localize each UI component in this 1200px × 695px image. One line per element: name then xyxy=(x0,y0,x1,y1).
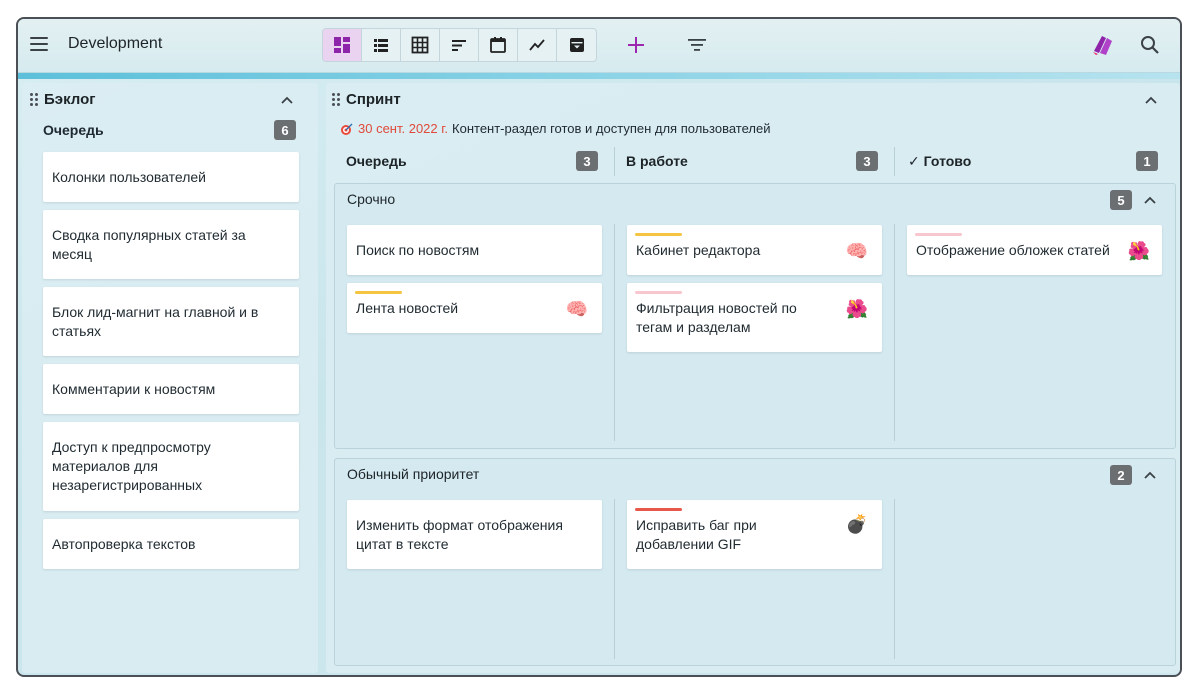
board-view-icon[interactable] xyxy=(323,29,362,61)
column-header-done: ✓ Готово xyxy=(908,153,972,169)
list-view-icon[interactable] xyxy=(362,29,401,61)
archive-view-icon[interactable] xyxy=(557,29,596,61)
column-done-count: 1 xyxy=(1136,151,1158,171)
brain-icon: 🧠 xyxy=(845,241,868,261)
sprint-milestone: 30 сент. 2022 г. Контент-раздел готов и … xyxy=(340,121,771,136)
swimlane-title: Обычный приоритет xyxy=(347,466,480,482)
swimlane-normal: Обычный приоритет 2 Изменить формат отоб… xyxy=(334,458,1176,666)
chevron-up-icon[interactable] xyxy=(1143,195,1157,205)
chart-view-icon[interactable] xyxy=(518,29,557,61)
column-header-in-progress: В работе xyxy=(626,153,688,169)
priority-bar xyxy=(635,291,682,294)
app-window: Development Бэклог Очередь 6 Колонки пол… xyxy=(16,17,1182,677)
column-divider xyxy=(894,499,895,659)
sprint-title: Спринт xyxy=(346,91,401,108)
backlog-panel: Бэклог Очередь 6 Колонки пользователей С… xyxy=(22,83,318,673)
priority-bar xyxy=(355,291,402,294)
backlog-title: Бэклог xyxy=(44,91,96,108)
swimlane-urgent: Срочно 5 Поиск по новостям Лента новосте… xyxy=(334,183,1176,449)
task-card[interactable]: Изменить формат отображения цитат в текс… xyxy=(347,500,602,569)
chevron-up-icon[interactable] xyxy=(280,95,294,105)
milestone-date: 30 сент. 2022 г. xyxy=(358,121,449,136)
task-card[interactable]: Лента новостей 🧠 xyxy=(347,283,602,333)
milestone-text: Контент-раздел готов и доступен для поль… xyxy=(452,121,771,136)
app-title: Development xyxy=(68,35,163,52)
column-queue-count: 3 xyxy=(576,151,598,171)
backlog-card[interactable]: Доступ к предпросмотру материалов для не… xyxy=(43,422,299,511)
plus-icon[interactable] xyxy=(624,33,648,57)
task-card[interactable]: Исправить баг при добавлении GIF 💣 xyxy=(627,500,882,569)
task-card[interactable]: Кабинет редактора 🧠 xyxy=(627,225,882,275)
toolbar-accent-line xyxy=(18,73,1180,79)
backlog-card[interactable]: Блок лид-магнит на главной и в статьях xyxy=(43,287,299,356)
view-switcher xyxy=(322,28,597,62)
backlog-queue-label: Очередь xyxy=(43,122,104,138)
swimlane-count: 2 xyxy=(1110,465,1132,485)
top-bar: Development xyxy=(18,19,1180,73)
sprint-panel: Спринт 30 сент. 2022 г. Контент-раздел г… xyxy=(326,83,1180,673)
column-in-progress-count: 3 xyxy=(856,151,878,171)
chevron-up-icon[interactable] xyxy=(1144,95,1158,105)
search-icon[interactable] xyxy=(1138,33,1162,57)
swimlane-count: 5 xyxy=(1110,190,1132,210)
priority-bar xyxy=(635,233,682,236)
table-view-icon[interactable] xyxy=(401,29,440,61)
task-card[interactable]: Фильтрация новостей по тегам и разделам … xyxy=(627,283,882,352)
flower-icon: 🌺 xyxy=(845,299,868,319)
column-divider xyxy=(614,499,615,659)
column-divider xyxy=(894,147,895,176)
backlog-card[interactable]: Колонки пользователей xyxy=(43,152,299,202)
column-divider xyxy=(614,224,615,441)
column-divider xyxy=(894,224,895,441)
chevron-up-icon[interactable] xyxy=(1143,470,1157,480)
menu-icon[interactable] xyxy=(30,37,48,51)
brain-icon: 🧠 xyxy=(565,299,588,319)
drag-handle-icon[interactable] xyxy=(30,93,40,107)
swimlane-title: Срочно xyxy=(347,191,396,207)
task-card[interactable]: Поиск по новостям xyxy=(347,225,602,275)
backlog-card[interactable]: Сводка популярных статей за месяц xyxy=(43,210,299,279)
flower-icon: 🌺 xyxy=(1127,241,1150,261)
sort-view-icon[interactable] xyxy=(440,29,479,61)
priority-bar xyxy=(635,508,682,511)
priority-bar xyxy=(915,233,962,236)
filter-icon[interactable] xyxy=(686,35,708,55)
backlog-queue-count: 6 xyxy=(274,120,296,140)
bomb-icon: 💣 xyxy=(845,514,868,534)
column-divider xyxy=(614,147,615,176)
column-header-queue: Очередь xyxy=(346,153,407,169)
task-card[interactable]: Отображение обложек статей 🌺 xyxy=(907,225,1162,275)
backlog-card[interactable]: Автопроверка текстов xyxy=(43,519,299,569)
drag-handle-icon[interactable] xyxy=(332,93,342,107)
backlog-card[interactable]: Комментарии к новостям xyxy=(43,364,299,414)
target-icon xyxy=(340,122,354,136)
calendar-view-icon[interactable] xyxy=(479,29,518,61)
app-logo-icon[interactable] xyxy=(1090,31,1116,57)
